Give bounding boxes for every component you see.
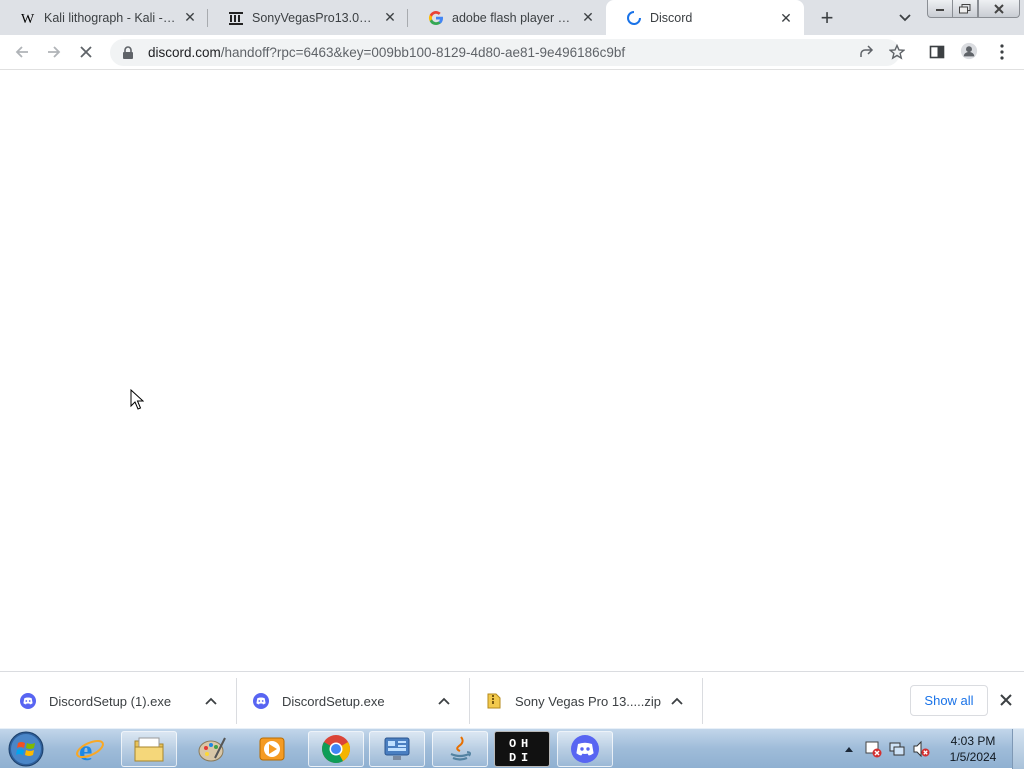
java-icon[interactable] <box>432 731 488 767</box>
profile-avatar-icon[interactable] <box>960 42 978 60</box>
control-panel-icon[interactable] <box>369 731 425 767</box>
zip-archive-icon <box>486 693 502 709</box>
tab-strip: W Kali lithograph - Kali - Wi ✕ SonyVega… <box>0 0 1024 36</box>
url-domain: discord.com <box>148 45 221 60</box>
action-center-icon[interactable] <box>864 740 882 758</box>
chevron-up-icon[interactable] <box>435 692 453 710</box>
download-filename: DiscordSetup (1).exe <box>49 693 172 709</box>
archive-org-icon <box>228 10 244 26</box>
close-icon[interactable]: ✕ <box>382 9 398 26</box>
tab-sonyvegas[interactable]: SonyVegasPro13.0Build45 ✕ <box>208 0 408 35</box>
chevron-up-icon[interactable] <box>202 692 220 710</box>
show-hidden-icons-icon[interactable] <box>840 740 858 758</box>
network-icon[interactable] <box>888 740 906 758</box>
clock-time: 4:03 PM <box>950 734 996 748</box>
url-text: discord.com/handoff?rpc=6463&key=009bb10… <box>148 45 625 60</box>
close-icon[interactable]: ✕ <box>580 9 596 26</box>
tab-title: adobe flash player downl <box>452 10 574 25</box>
chrome-icon[interactable] <box>308 731 364 767</box>
browser-toolbar: discord.com/handoff?rpc=6463&key=009bb10… <box>0 35 1024 70</box>
new-tab-button[interactable]: + <box>814 5 840 31</box>
google-icon <box>428 10 444 26</box>
discord-icon <box>20 693 36 709</box>
downloads-shelf: DiscordSetup (1).exe DiscordSetup.exe So… <box>0 671 1024 728</box>
page-content <box>0 71 1024 671</box>
address-bar[interactable]: discord.com/handoff?rpc=6463&key=009bb10… <box>110 39 900 66</box>
svg-text:O: O <box>509 737 516 751</box>
download-item[interactable]: DiscordSetup.exe <box>233 678 469 724</box>
app-ohdi-icon[interactable]: OHDI <box>494 731 550 767</box>
download-filename: DiscordSetup.exe <box>282 693 385 709</box>
close-icon[interactable]: ✕ <box>778 10 794 26</box>
chevron-up-icon[interactable] <box>668 692 686 710</box>
side-panel-icon[interactable] <box>928 43 946 61</box>
svg-text:H: H <box>521 737 528 751</box>
discord-icon <box>253 693 269 709</box>
svg-text:D: D <box>509 751 516 764</box>
tab-kali-lithograph[interactable]: W Kali lithograph - Kali - Wi ✕ <box>0 0 208 35</box>
download-item[interactable]: DiscordSetup (1).exe <box>0 678 236 724</box>
menu-kebab-icon[interactable] <box>993 43 1011 61</box>
tab-adobe-flash[interactable]: adobe flash player downl ✕ <box>408 0 606 35</box>
stop-loading-icon[interactable] <box>72 38 100 66</box>
show-all-button[interactable]: Show all <box>910 685 988 716</box>
volume-muted-icon[interactable] <box>912 740 930 758</box>
svg-text:e: e <box>79 734 92 764</box>
download-item[interactable]: Sony Vegas Pro 13.....zip <box>466 678 702 724</box>
file-explorer-icon[interactable] <box>121 731 177 767</box>
bookmark-star-icon[interactable] <box>888 43 906 61</box>
windows-taskbar: e OHDI 4:03 PM 1/5/2024 <box>0 728 1024 769</box>
loading-spinner-icon <box>626 10 642 26</box>
tab-discord[interactable]: Discord ✕ <box>606 0 804 36</box>
download-filename: Sony Vegas Pro 13.....zip <box>515 693 661 709</box>
forward-arrow-icon[interactable] <box>40 38 68 66</box>
system-tray <box>840 729 936 769</box>
tab-title: SonyVegasPro13.0Build45 <box>252 10 376 25</box>
lock-icon[interactable] <box>120 45 136 61</box>
mouse-cursor-icon <box>130 388 145 411</box>
system-clock[interactable]: 4:03 PM 1/5/2024 <box>940 733 1006 765</box>
close-icon[interactable]: ✕ <box>182 9 198 26</box>
divider <box>702 678 703 724</box>
show-desktop-button[interactable] <box>1012 729 1024 769</box>
tab-title: Kali lithograph - Kali - Wi <box>44 10 176 25</box>
url-path: /handoff?rpc=6463&key=009bb100-8129-4d80… <box>220 45 626 60</box>
start-button[interactable] <box>5 730 47 768</box>
tab-title: Discord <box>650 11 693 25</box>
wikipedia-icon: W <box>20 10 36 26</box>
discord-icon[interactable] <box>557 731 613 767</box>
media-player-icon[interactable] <box>244 731 300 767</box>
svg-text:W: W <box>21 12 35 26</box>
tab-search-chevron-icon[interactable] <box>893 7 917 29</box>
window-restore-button[interactable] <box>952 0 978 18</box>
close-icon[interactable] <box>996 690 1016 710</box>
clock-date: 1/5/2024 <box>949 750 997 764</box>
internet-explorer-icon[interactable]: e <box>62 731 118 767</box>
paint-icon[interactable] <box>184 731 240 767</box>
share-icon[interactable] <box>857 43 875 61</box>
svg-text:I: I <box>521 751 528 764</box>
window-minimize-button[interactable] <box>927 0 953 18</box>
back-arrow-icon[interactable] <box>8 38 36 66</box>
window-close-button[interactable] <box>978 0 1020 18</box>
